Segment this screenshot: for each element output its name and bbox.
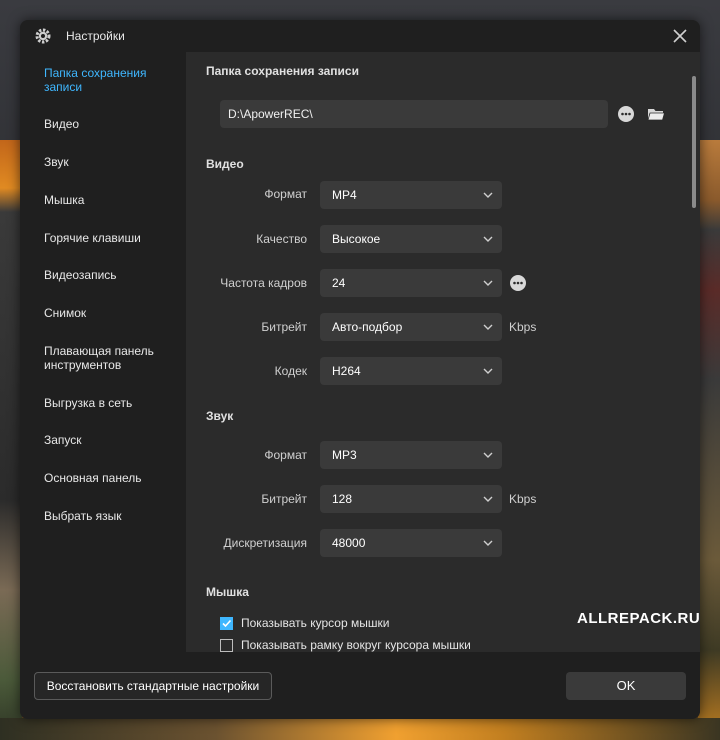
audio-sampling-value: 48000 xyxy=(332,536,366,550)
ok-button[interactable]: OK xyxy=(566,672,686,700)
chevron-down-icon xyxy=(483,452,493,458)
video-codec-select[interactable]: H264 xyxy=(320,357,502,385)
audio-sampling-label: Дискретизация xyxy=(223,536,307,550)
video-format-value: MP4 xyxy=(332,188,357,202)
sidebar-item-startup[interactable]: Запуск xyxy=(44,433,184,447)
title-bar: Настройки xyxy=(20,20,700,52)
window-title: Настройки xyxy=(66,29,125,43)
settings-content xyxy=(186,52,700,652)
mouse-heading: Мышка xyxy=(206,585,249,599)
video-format-label: Формат xyxy=(264,187,307,201)
sidebar-item-floating-toolbar[interactable]: Плавающая панель инструментов xyxy=(44,344,184,372)
chevron-down-icon xyxy=(483,324,493,330)
video-fps-value: 24 xyxy=(332,276,346,290)
video-fps-label: Частота кадров xyxy=(220,276,307,290)
restore-defaults-button[interactable]: Восстановить стандартные настройки xyxy=(34,672,272,700)
sidebar-item-upload[interactable]: Выгрузка в сеть xyxy=(44,396,184,410)
sidebar-item-screenshot[interactable]: Снимок xyxy=(44,306,184,320)
footer-bar: Восстановить стандартные настройки OK xyxy=(20,652,700,719)
watermark-text: ALLREPACK.RU xyxy=(577,610,700,627)
show-frame-option[interactable]: Показывать рамку вокруг курсора мышки xyxy=(220,638,471,652)
video-bitrate-select[interactable]: Авто-подбор xyxy=(320,313,502,341)
audio-format-label: Формат xyxy=(264,448,307,462)
audio-heading: Звук xyxy=(206,409,234,423)
audio-format-select[interactable]: MP3 xyxy=(320,441,502,469)
video-codec-value: H264 xyxy=(332,364,361,378)
audio-sampling-select[interactable]: 48000 xyxy=(320,529,502,557)
audio-bitrate-select[interactable]: 128 xyxy=(320,485,502,513)
sidebar-item-mouse[interactable]: Мышка xyxy=(44,193,184,207)
checkmark-icon xyxy=(222,619,232,627)
video-format-select[interactable]: MP4 xyxy=(320,181,502,209)
video-quality-select[interactable]: Высокое xyxy=(320,225,502,253)
fps-more-options-icon[interactable] xyxy=(508,273,528,293)
video-bitrate-label: Битрейт xyxy=(261,320,307,334)
video-codec-label: Кодек xyxy=(274,364,307,378)
close-icon[interactable] xyxy=(670,26,690,46)
chevron-down-icon xyxy=(483,280,493,286)
audio-bitrate-label: Битрейт xyxy=(261,492,307,506)
show-cursor-checkbox[interactable] xyxy=(220,616,233,630)
background-left xyxy=(0,140,22,740)
chevron-down-icon xyxy=(483,540,493,546)
sidebar-item-language[interactable]: Выбрать язык xyxy=(44,509,184,523)
background-bottom xyxy=(0,718,720,740)
gear-icon xyxy=(34,27,52,45)
video-quality-label: Качество xyxy=(256,232,307,246)
audio-bitrate-value: 128 xyxy=(332,492,353,506)
show-frame-label: Показывать рамку вокруг курсора мышки xyxy=(241,638,471,652)
sidebar-item-main-panel[interactable]: Основная панель xyxy=(44,471,184,485)
video-bitrate-value: Авто-подбор xyxy=(332,320,403,334)
chevron-down-icon xyxy=(483,192,493,198)
chevron-down-icon xyxy=(483,368,493,374)
chevron-down-icon xyxy=(483,496,493,502)
show-cursor-option[interactable]: Показывать курсор мышки xyxy=(220,616,389,630)
audio-format-value: MP3 xyxy=(332,448,357,462)
audio-bitrate-unit: Kbps xyxy=(509,492,537,506)
settings-dialog: Настройки Папка сохранения записи Видео … xyxy=(20,20,700,719)
save-folder-heading: Папка сохранения записи xyxy=(206,64,359,78)
sidebar-item-save-folder[interactable]: Папка сохранения записи xyxy=(44,66,184,94)
sidebar-item-video[interactable]: Видео xyxy=(44,117,184,131)
show-cursor-label: Показывать курсор мышки xyxy=(241,616,390,630)
show-frame-checkbox[interactable] xyxy=(220,638,233,652)
sidebar-item-hotkeys[interactable]: Горячие клавиши xyxy=(44,231,184,245)
chevron-down-icon xyxy=(483,236,493,242)
video-quality-value: Высокое xyxy=(332,232,381,246)
video-bitrate-unit: Kbps xyxy=(509,320,537,334)
folder-icon[interactable] xyxy=(646,104,666,124)
sidebar-item-recording[interactable]: Видеозапись xyxy=(44,268,184,282)
scrollbar[interactable] xyxy=(692,76,696,208)
save-path-field[interactable]: D:\ApowerREC\ xyxy=(220,100,608,128)
video-heading: Видео xyxy=(206,157,244,171)
sidebar-item-audio[interactable]: Звук xyxy=(44,155,184,169)
video-fps-select[interactable]: 24 xyxy=(320,269,502,297)
more-options-icon[interactable] xyxy=(616,104,636,124)
background-right xyxy=(698,140,720,740)
